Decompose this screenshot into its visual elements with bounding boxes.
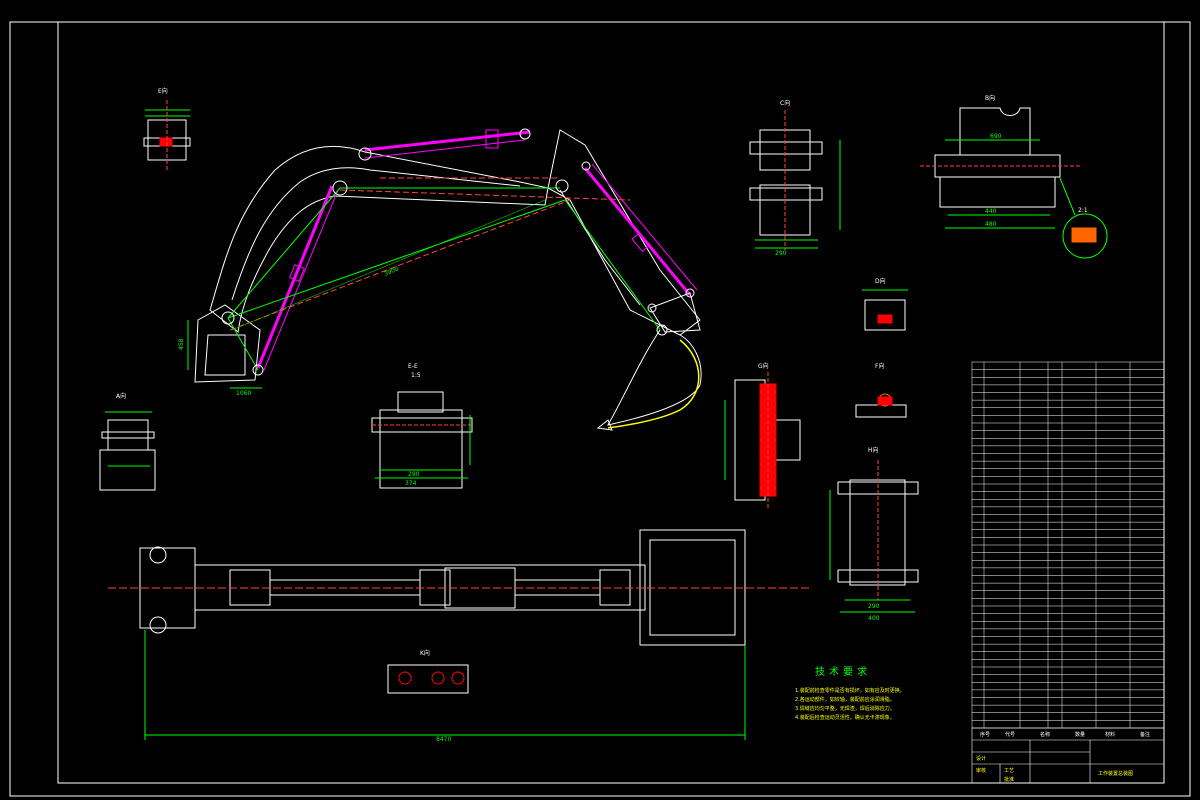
boom-cylinder-rod: [263, 189, 339, 371]
title-label-name: 名称: [1040, 731, 1050, 738]
b-view-width: 690: [990, 133, 1002, 140]
center-line-2: [229, 199, 571, 331]
geom-line-2: [564, 199, 661, 331]
arm-cylinder-band: [485, 129, 499, 149]
title-label-qty: 数量: [1075, 731, 1085, 738]
plan-view: [108, 529, 810, 740]
f-view-body: [855, 404, 907, 418]
h-view-label: H向: [868, 446, 879, 454]
dim-reach-text: 3900: [383, 265, 400, 277]
c-view-pin-bot: [749, 187, 823, 201]
d-view-core: [877, 314, 893, 324]
plan-pin-top: [149, 546, 167, 564]
sign-process: 工艺: [1004, 768, 1014, 774]
b-view-yoke: [959, 107, 1031, 156]
b-view: [920, 107, 1108, 259]
c-view: [749, 110, 841, 250]
h-view-total: 400: [868, 615, 880, 622]
title-label-seq: 序号: [980, 731, 990, 738]
b-view-detail-core: [1071, 227, 1097, 243]
title-label-remark: 备注: [1140, 731, 1150, 738]
b-view-base: [939, 176, 1056, 208]
e-view: [143, 100, 191, 170]
ee-dim-text: 374: [405, 480, 417, 487]
sign-design: 设计: [976, 755, 986, 762]
boom-base-inner: [204, 334, 246, 376]
boom-cylinder: [256, 185, 334, 369]
boom-outline: [209, 146, 549, 333]
ee-section: [371, 391, 474, 489]
dim-bucket-text: 458: [178, 338, 185, 350]
title-label-material: 材料: [1105, 731, 1115, 738]
ee-section-label: E-E: [408, 363, 418, 370]
a-view: [99, 411, 156, 491]
b-view-leader: [1059, 177, 1076, 216]
title-block: [971, 727, 1165, 784]
f-view: [855, 393, 907, 418]
bucket-cylinder-rod: [591, 163, 698, 291]
g-view-label: G向: [758, 362, 769, 370]
e-view-label: E向: [158, 87, 168, 95]
c-view-label: C向: [780, 99, 790, 107]
boom-base: [194, 304, 261, 383]
dim-base-text: 1060: [236, 390, 251, 397]
k-view-bolt-3: [451, 671, 465, 685]
tech-note-2: 2.各运动部件，如铰轴，装配前应涂润滑脂。: [795, 696, 895, 703]
arm-cylinder: [364, 130, 531, 152]
tech-note-3: 3.焊缝应均匀平整，无焊渣，焊后消除应力。: [795, 705, 895, 712]
tech-note-1: 1.装配前检查零件是否有损坏，如有应及时更换。: [795, 687, 905, 694]
h-view: [829, 460, 919, 613]
e-view-core: [159, 137, 173, 147]
c-view-dim-text: 290: [775, 250, 787, 257]
k-view-label: K向: [420, 649, 430, 657]
k-view: [387, 664, 469, 694]
pin-stick: [555, 179, 569, 193]
ee-body: [379, 409, 463, 489]
h-view-inner: 290: [868, 603, 880, 610]
g-view: [724, 372, 801, 508]
tech-notes-title: 技术要求: [815, 665, 871, 678]
stick-outline: [547, 129, 701, 336]
bucket-cylinder: [583, 167, 692, 296]
k-view-bolt-2: [431, 671, 445, 685]
sign-review: 审核: [976, 767, 986, 774]
f-view-core: [877, 396, 893, 406]
d-view: [862, 289, 908, 331]
detail-scale: 2:1: [1078, 207, 1088, 214]
parts-list-table: [971, 361, 1165, 729]
k-view-bolt-1: [398, 671, 412, 685]
k-view-body: [387, 664, 469, 694]
tech-note-4: 4.装配后检查运动灵活性，确认无卡滞现象。: [795, 714, 895, 721]
b-view-inner: 440: [985, 208, 997, 215]
title-label-code: 代号: [1005, 731, 1015, 738]
f-view-label: F向: [875, 362, 884, 370]
ee-top: [397, 391, 444, 413]
c-view-pin-top: [749, 141, 823, 155]
a-view-body: [99, 449, 156, 491]
bucket-arc: [607, 339, 700, 429]
a-view-label: A向: [116, 392, 126, 400]
b-view-label: B向: [985, 94, 995, 102]
arm-side-view: [187, 128, 702, 431]
ee-scale-label: 1:5: [411, 372, 421, 379]
title-block-frame: [971, 727, 1165, 784]
b-view-total: 480: [985, 221, 997, 228]
plan-overall-text: 8470: [436, 736, 451, 743]
bucket-body: [607, 329, 702, 426]
d-view-label: D向: [875, 277, 886, 285]
a-view-pin: [101, 431, 155, 439]
cad-drawing-canvas: 3900 458 1060 E向 A向 E-E 1:5 374 290 C向 2…: [9, 21, 1191, 797]
a-view-top: [107, 419, 149, 451]
dim-reach-line: [231, 199, 546, 331]
ee-inner-text: 290: [408, 471, 420, 478]
plan-pin-bot: [149, 616, 167, 634]
title-drawing-name: 工作装置总装图: [1098, 770, 1133, 777]
sign-approve: 批准: [1004, 776, 1014, 783]
